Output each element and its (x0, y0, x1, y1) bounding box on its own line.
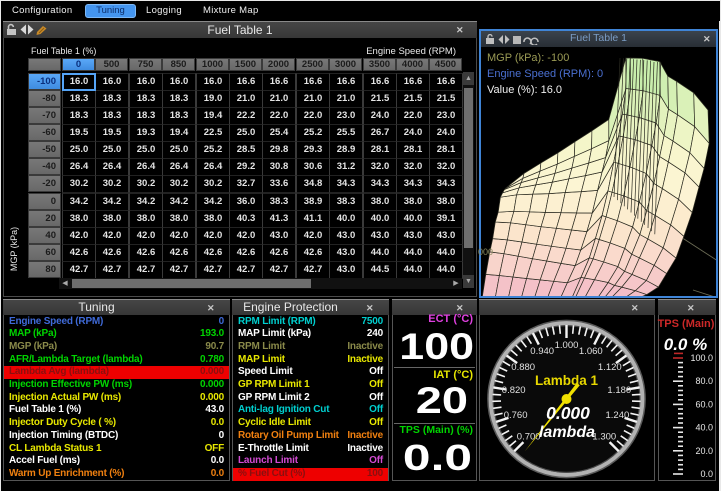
svg-text:lambda: lambda (539, 424, 595, 441)
svg-text:0.880: 0.880 (511, 362, 535, 373)
svg-text:60.0: 60.0 (695, 399, 713, 409)
svg-text:0.820: 0.820 (502, 385, 526, 396)
svg-text:20.0: 20.0 (695, 446, 713, 456)
svg-text:80.0: 80.0 (695, 376, 713, 386)
svg-text:0.760: 0.760 (504, 410, 528, 421)
svg-text:0.700: 0.700 (517, 431, 541, 442)
svg-text:1.300: 1.300 (592, 431, 616, 442)
svg-text:100.0: 100.0 (690, 353, 713, 363)
svg-text:1.060: 1.060 (579, 346, 603, 357)
svg-text:40.0: 40.0 (695, 423, 713, 433)
svg-text:1.120: 1.120 (598, 362, 622, 373)
svg-text:1.000: 1.000 (555, 340, 579, 351)
svg-text:Lambda 1: Lambda 1 (535, 373, 599, 388)
svg-text:0.000: 0.000 (546, 403, 590, 423)
svg-text:1.180: 1.180 (607, 385, 631, 396)
svg-text:1.240: 1.240 (606, 410, 630, 421)
svg-text:0.0: 0.0 (700, 469, 713, 479)
svg-text:0.940: 0.940 (530, 346, 554, 357)
